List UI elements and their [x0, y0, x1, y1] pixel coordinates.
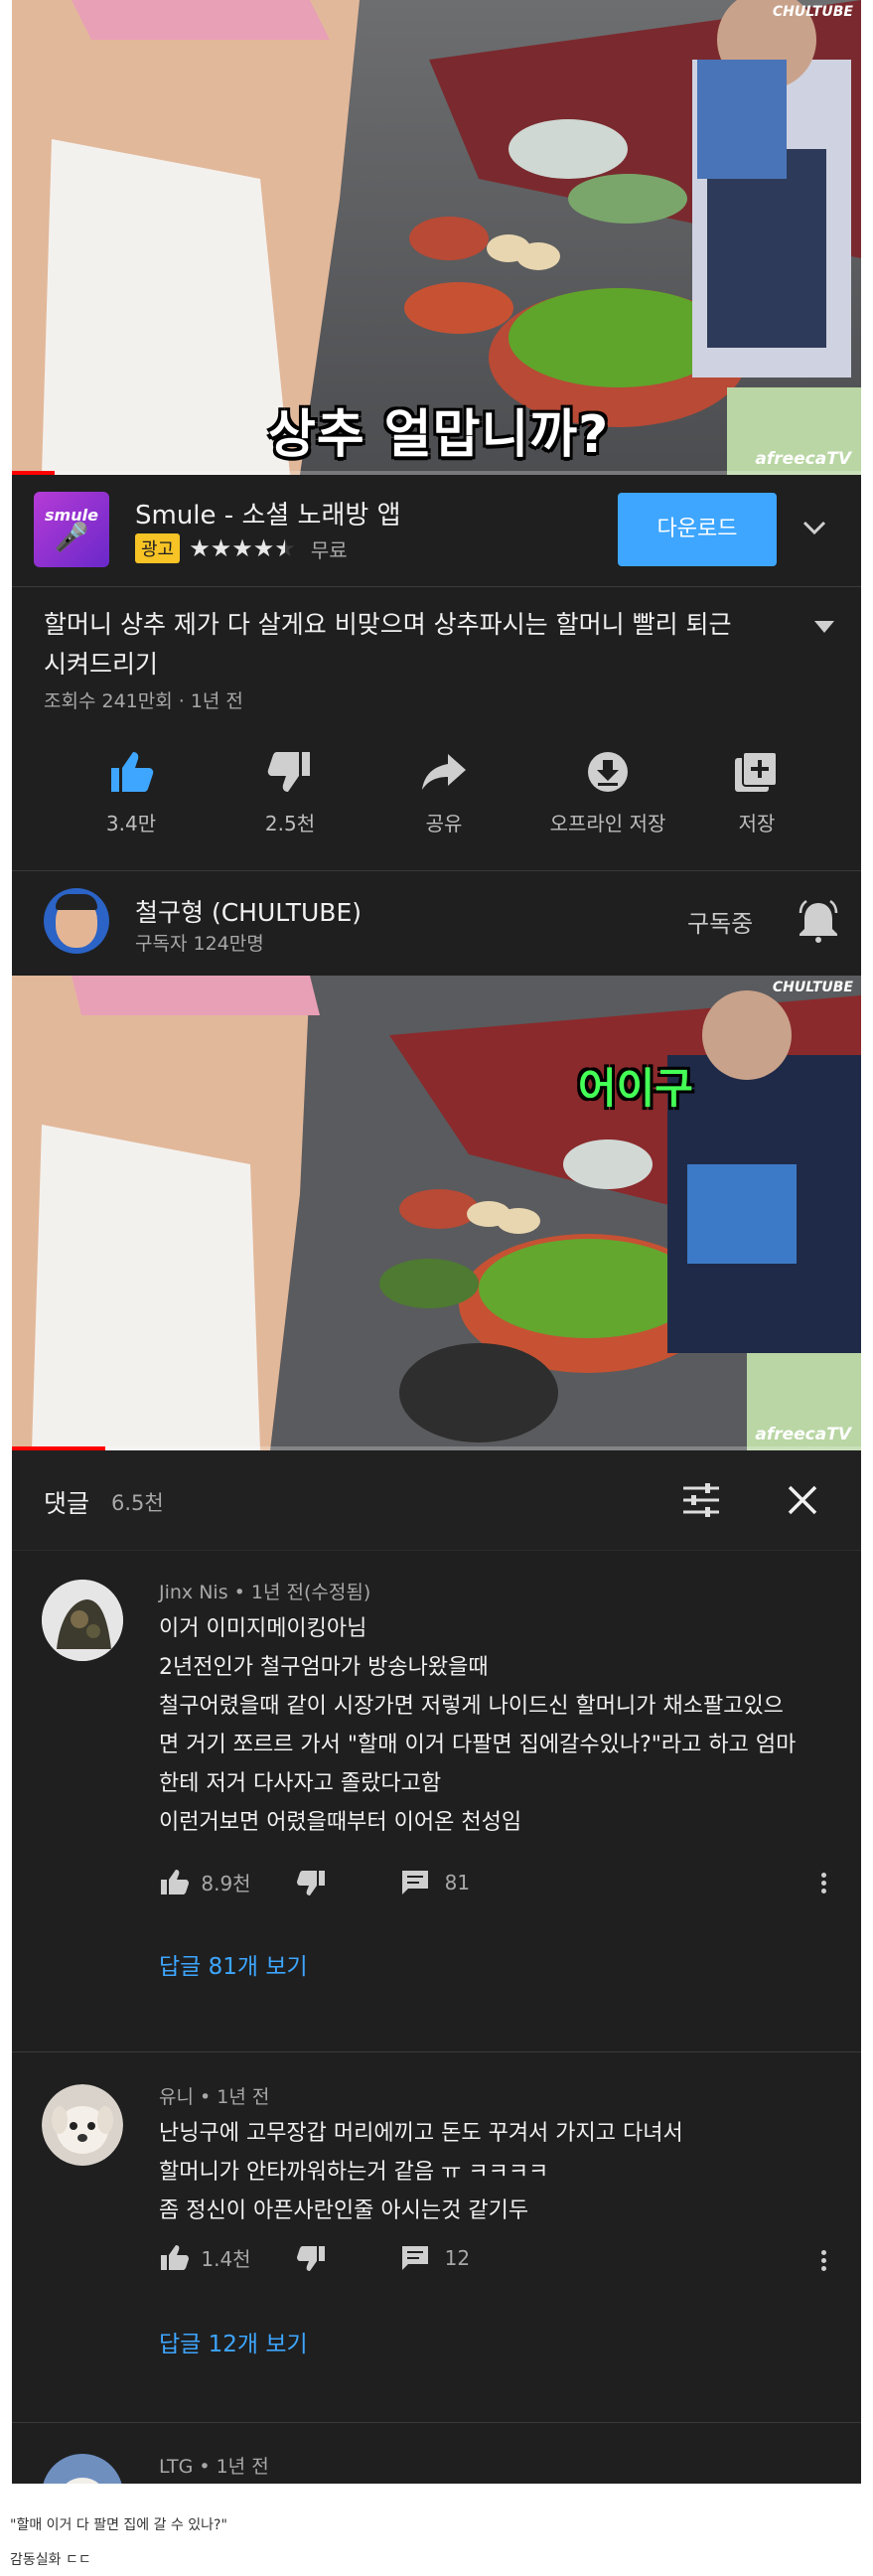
comment-meta: LTG • 1년 전: [159, 2456, 269, 2478]
afreeca-watermark: afreecaTV: [755, 449, 851, 469]
view-replies-link[interactable]: 답글 81개 보기: [159, 1947, 308, 1981]
avatar[interactable]: [42, 1580, 123, 1661]
thumbs-down-icon: [267, 752, 310, 792]
ad-badge: 광고: [135, 533, 181, 563]
comments-count: 6.5천: [111, 1491, 164, 1515]
dislike-button[interactable]: 2.5천: [220, 750, 360, 836]
save-button[interactable]: 저장: [687, 750, 826, 836]
smule-logo-icon: smule 🎤: [34, 492, 109, 567]
bell-icon[interactable]: [797, 899, 840, 943]
thumbs-down-icon[interactable]: [296, 2244, 327, 2272]
playlist-add-icon: [735, 751, 778, 792]
rating-stars: ★★★★★ ★★★★★: [189, 534, 296, 562]
channel-watermark: CHULTUBE: [772, 4, 853, 20]
more-options-icon[interactable]: [821, 2247, 827, 2274]
action-bar: 3.4만 2.5천 공유 오프라인 저장 저장: [12, 750, 861, 859]
like-count: 8.9천: [201, 1872, 251, 1895]
video-title: 할머니 상추 제가 다 살게요 비맞으며 상추파시는 할머니 빨리 퇴근 시켜드…: [44, 610, 732, 679]
channel-avatar[interactable]: [44, 888, 109, 954]
caption-note: 감동실화 ㄷㄷ: [10, 2552, 91, 2568]
reply-count: 12: [444, 2245, 471, 2270]
avatar[interactable]: [42, 2454, 123, 2484]
divider: [12, 1550, 861, 1551]
download-button[interactable]: 다운로드: [618, 493, 777, 566]
video-frame-image: [12, 976, 861, 1450]
ad-price: 무료: [310, 537, 348, 562]
like-count: 1.4천: [201, 2247, 251, 2271]
thumbs-up-icon[interactable]: [159, 2244, 189, 2272]
view-count: 조회수 241만회 · 1년 전: [44, 690, 243, 712]
channel-row[interactable]: 철구형 (CHULTUBE) 구독자 124만명 구독중: [12, 871, 861, 971]
expand-arrow-icon[interactable]: [814, 621, 834, 635]
chevron-down-icon[interactable]: [801, 519, 827, 538]
channel-name: 철구형 (CHULTUBE): [135, 898, 363, 927]
avatar[interactable]: [42, 2084, 123, 2166]
sort-icon[interactable]: [681, 1482, 721, 1518]
reply-icon[interactable]: [400, 1869, 430, 1896]
ad-title: Smule - 소셜 노래방 앱: [135, 501, 401, 530]
app-frame: CHULTUBE 상추 얼맙니까? afreecaTV smule 🎤 Smul…: [12, 0, 861, 2484]
comment-text: 난닝구에 고무장갑 머리에끼고 돈도 꾸겨서 가지고 다녀서 할머니가 안타까워…: [159, 2121, 683, 2223]
view-replies-link[interactable]: 답글 12개 보기: [159, 2325, 308, 2358]
video-info[interactable]: 할머니 상추 제가 다 살게요 비맞으며 상추파시는 할머니 빨리 퇴근 시켜드…: [12, 587, 861, 736]
subscriber-count: 구독자 124만명: [135, 933, 264, 955]
share-button[interactable]: 공유: [374, 750, 513, 836]
mini-video-player[interactable]: CHULTUBE 어이구 afreecaTV: [12, 976, 861, 1450]
thumbs-up-icon: [111, 752, 154, 792]
close-icon[interactable]: [787, 1484, 818, 1516]
comment-meta: 유니 • 1년 전: [159, 2086, 270, 2108]
video-caption: 상추 얼맙니까?: [268, 405, 610, 465]
video-player[interactable]: CHULTUBE 상추 얼맙니까? afreecaTV: [12, 0, 861, 475]
quote-note: "할매 이거 다 팔면 집에 갈 수 있나?": [10, 2517, 227, 2533]
comments-header: 댓글 6.5천: [12, 1450, 861, 1550]
video-caption: 어이구: [578, 1064, 693, 1113]
comment-text: 이거 이미지메이킹아님 2년전인가 철구엄마가 방송나왔을때 철구어렸을때 같이…: [159, 1616, 797, 1835]
subscribed-button[interactable]: 구독중: [687, 904, 753, 939]
comment-actions: 1.4천 12: [159, 2243, 470, 2272]
reply-count: 81: [444, 1870, 471, 1894]
share-icon: [422, 754, 466, 790]
reply-icon[interactable]: [400, 2244, 430, 2272]
divider: [12, 2051, 861, 2052]
divider: [12, 2422, 861, 2423]
like-button[interactable]: 3.4만: [62, 750, 201, 836]
thumbs-up-icon[interactable]: [159, 1869, 189, 1896]
offline-save-button[interactable]: 오프라인 저장: [533, 750, 682, 836]
more-options-icon[interactable]: [821, 1870, 827, 1896]
thumbs-down-icon[interactable]: [296, 1869, 327, 1896]
ad-banner[interactable]: smule 🎤 Smule - 소셜 노래방 앱 광고 ★★★★★ ★★★★★ …: [12, 475, 861, 586]
afreeca-watermark: afreecaTV: [755, 1425, 851, 1444]
comments-title: 댓글: [44, 1489, 90, 1518]
channel-watermark: CHULTUBE: [772, 980, 853, 995]
comment-actions: 8.9천 81: [159, 1868, 470, 1896]
download-icon: [588, 752, 628, 792]
comment-meta: Jinx Nis • 1년 전(수정됨): [159, 1582, 371, 1603]
